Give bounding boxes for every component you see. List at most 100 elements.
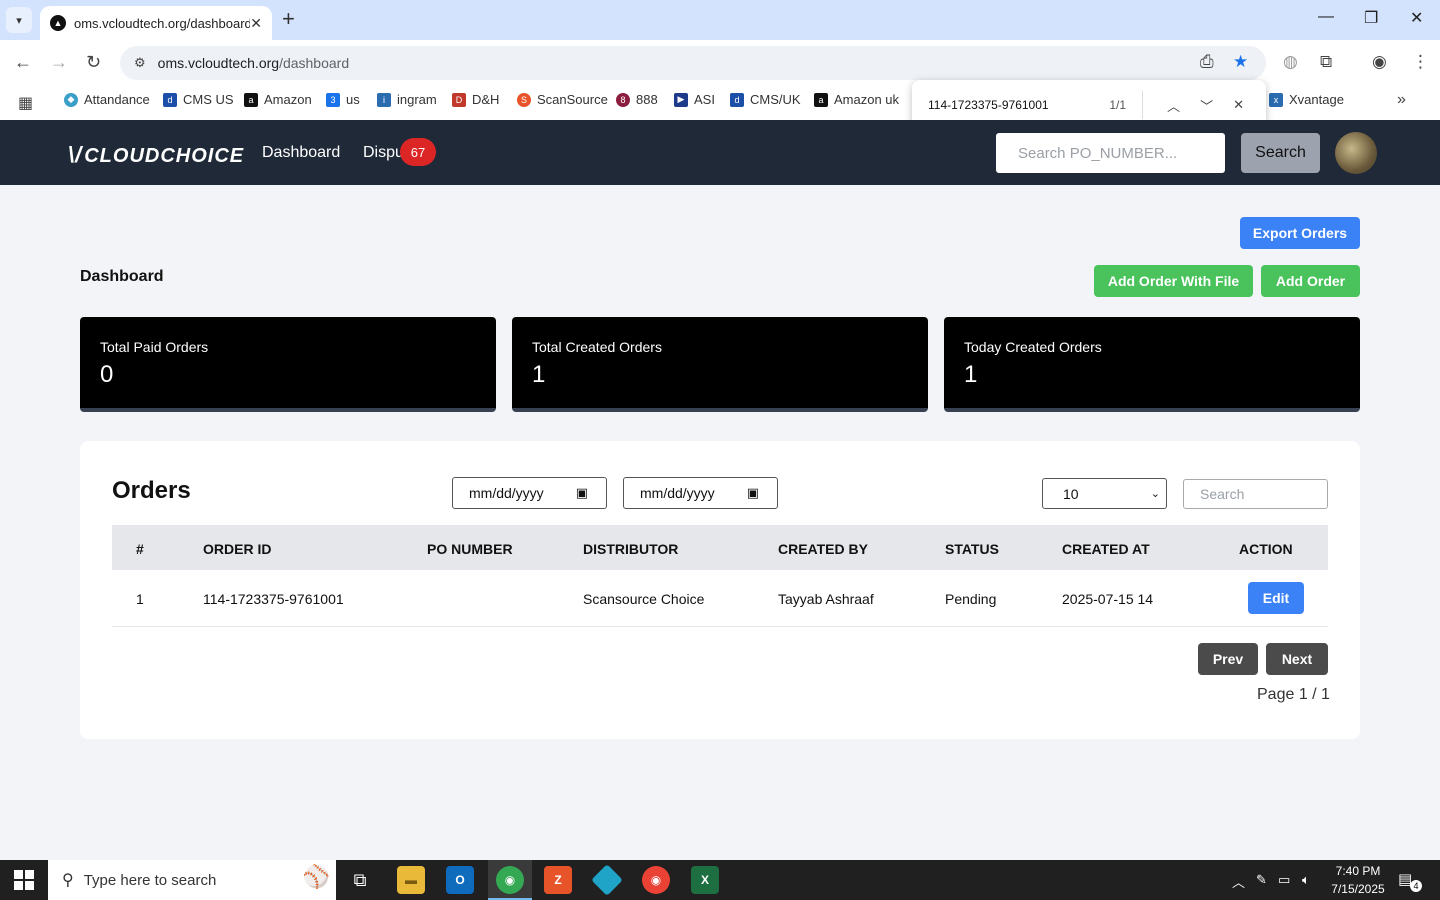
task-view-icon[interactable]: ⧉ xyxy=(346,866,374,894)
excel-icon[interactable]: X xyxy=(691,866,719,894)
bookmark-label: ingram xyxy=(397,92,437,107)
find-query[interactable]: 114-1723375-9761001 xyxy=(928,98,1109,112)
bookmark-cms-uk[interactable]: d CMS/UK xyxy=(730,92,801,107)
taskbar-search-placeholder: Type here to search xyxy=(83,871,217,889)
volume-icon[interactable]: 🔈︎ xyxy=(1302,872,1310,888)
search-button[interactable]: Search xyxy=(1241,133,1320,173)
minimize-icon[interactable]: — xyxy=(1318,8,1334,26)
col-header-created-by: CREATED BY xyxy=(778,541,868,557)
col-header-distributor: DISTRIBUTOR xyxy=(583,541,679,557)
translate-icon[interactable]: ◍ xyxy=(1283,52,1298,72)
outlook-icon[interactable]: O xyxy=(446,866,474,894)
logo[interactable]: \/CLOUDCHOICE xyxy=(68,142,244,168)
forward-icon[interactable]: → xyxy=(50,52,68,73)
bookmark-label: Amazon uk xyxy=(834,92,900,107)
clock-date: 7/15/2025 xyxy=(1331,882,1385,896)
bookmark-scansource[interactable]: S ScanSource xyxy=(517,92,608,107)
find-in-page-icon[interactable]: ⎙ xyxy=(1200,52,1214,72)
bookmark-label: us xyxy=(346,92,360,107)
pen-icon[interactable]: ✎ xyxy=(1256,872,1267,888)
stat-value: 0 xyxy=(100,361,114,388)
stat-value: 1 xyxy=(532,361,546,388)
zoom-app-icon[interactable]: Z xyxy=(544,866,572,894)
bookmark-label: Xvantage xyxy=(1289,92,1344,107)
add-order-with-file-button[interactable]: Add Order With File xyxy=(1094,265,1253,297)
find-next-icon[interactable]: ﹀ xyxy=(1200,96,1213,115)
prev-page-button[interactable]: Prev xyxy=(1198,643,1258,675)
bookmark-asi[interactable]: ▶ ASI xyxy=(674,92,715,107)
file-explorer-icon[interactable]: ▬ xyxy=(397,866,425,894)
bookmark-us[interactable]: 3 us xyxy=(326,92,360,107)
bookmark-888[interactable]: 8 888 xyxy=(616,92,658,107)
date-from-input[interactable]: mm/dd/yyyy ▣ xyxy=(452,477,607,509)
date-from-value: mm/dd/yyyy xyxy=(469,485,544,501)
nav-dashboard[interactable]: Dashboard xyxy=(262,144,340,162)
bookmark-favicon-icon: ▶ xyxy=(674,92,688,107)
notifications-icon[interactable]: ▤ 4 xyxy=(1398,870,1422,892)
po-number-search-input[interactable] xyxy=(996,133,1225,173)
logo-v-icon: \/ xyxy=(68,142,83,167)
page-size-select[interactable]: 10 ⌄ xyxy=(1042,478,1167,509)
find-divider xyxy=(1142,91,1144,119)
col-header-num: # xyxy=(136,541,144,557)
tray-chevron-icon[interactable]: ︿ xyxy=(1232,872,1245,891)
find-prev-icon[interactable]: ︿ xyxy=(1167,96,1180,115)
export-orders-button[interactable]: Export Orders xyxy=(1240,217,1360,249)
page-info: Page 1 / 1 xyxy=(1257,686,1330,703)
url-path: /dashboard xyxy=(279,55,350,71)
orders-search-input[interactable] xyxy=(1183,479,1328,509)
network-icon[interactable]: ▭ xyxy=(1278,872,1290,888)
calendar-icon[interactable]: ▣ xyxy=(576,485,588,501)
col-header-status: STATUS xyxy=(945,541,999,557)
bookmark-attandance[interactable]: ◆ Attandance xyxy=(64,92,150,107)
date-to-input[interactable]: mm/dd/yyyy ▣ xyxy=(623,477,778,509)
bookmark-favicon-icon: S xyxy=(517,92,531,107)
stat-label: Total Created Orders xyxy=(532,339,662,355)
add-order-button[interactable]: Add Order xyxy=(1261,265,1360,297)
windows-start-icon[interactable] xyxy=(14,870,34,890)
reload-icon[interactable]: ↻ xyxy=(86,52,101,73)
bookmark-favicon-icon: 3 xyxy=(326,92,340,107)
cell-order-id: 114-1723375-9761001 xyxy=(203,591,344,607)
profile-icon[interactable]: ◉ xyxy=(1372,52,1387,72)
url-bar[interactable]: ⚙ oms.vcloudtech.org/dashboard xyxy=(120,46,1266,80)
browser-tab[interactable]: ▲ oms.vcloudtech.org/dashboard ✕ xyxy=(40,6,272,40)
notification-count: 4 xyxy=(1410,880,1422,892)
chrome-icon[interactable]: ◉ xyxy=(496,866,524,894)
chrome-profile-icon[interactable]: ◉ xyxy=(642,866,670,894)
search-highlight-icon: ⚾ xyxy=(302,864,330,889)
next-page-button[interactable]: Next xyxy=(1266,643,1328,675)
tab-search-icon[interactable]: ▾ xyxy=(6,7,32,33)
close-tab-icon[interactable]: ✕ xyxy=(250,15,262,32)
bookmark-label: Attandance xyxy=(84,92,150,107)
edit-button[interactable]: Edit xyxy=(1248,582,1304,614)
bookmark-dh[interactable]: D D&H xyxy=(452,92,499,107)
nav-disputes[interactable]: Dispu xyxy=(363,144,404,162)
col-header-order-id: ORDER ID xyxy=(203,541,272,557)
logo-text: CLOUDCHOICE xyxy=(84,145,245,167)
bookmark-xvantage[interactable]: x Xvantage xyxy=(1269,92,1344,107)
bookmark-cms-us[interactable]: d CMS US xyxy=(163,92,234,107)
stat-label: Today Created Orders xyxy=(964,339,1102,355)
bookmark-amazon-uk[interactable]: a Amazon uk xyxy=(814,92,899,107)
new-tab-icon[interactable]: + xyxy=(282,8,295,30)
calendar-icon[interactable]: ▣ xyxy=(747,485,759,501)
site-info-icon[interactable]: ⚙ xyxy=(134,55,146,71)
taskbar-search-box[interactable]: ⚲ Type here to search ⚾ xyxy=(48,860,336,900)
taskbar-clock[interactable]: 7:40 PM 7/15/2025 xyxy=(1326,862,1390,898)
more-bookmarks-icon[interactable]: » xyxy=(1397,91,1406,109)
restore-icon[interactable]: ❐ xyxy=(1364,8,1378,28)
bookmark-label: CMS US xyxy=(183,92,234,107)
apps-grid-icon[interactable]: ▦ xyxy=(18,93,33,113)
bookmark-star-icon[interactable]: ★ xyxy=(1233,52,1248,72)
menu-kebab-icon[interactable]: ⋮ xyxy=(1412,52,1429,72)
avatar[interactable] xyxy=(1335,132,1377,174)
find-close-icon[interactable]: ✕ xyxy=(1233,97,1244,113)
close-window-icon[interactable]: ✕ xyxy=(1410,8,1423,28)
bookmark-label: D&H xyxy=(472,92,500,107)
bookmark-amazon[interactable]: a Amazon xyxy=(244,92,312,107)
extensions-icon[interactable]: ⧉ xyxy=(1320,52,1332,72)
cell-created-by: Tayyab Ashraaf xyxy=(778,591,874,607)
back-icon[interactable]: ← xyxy=(14,52,32,73)
bookmark-ingram[interactable]: i ingram xyxy=(377,92,437,107)
